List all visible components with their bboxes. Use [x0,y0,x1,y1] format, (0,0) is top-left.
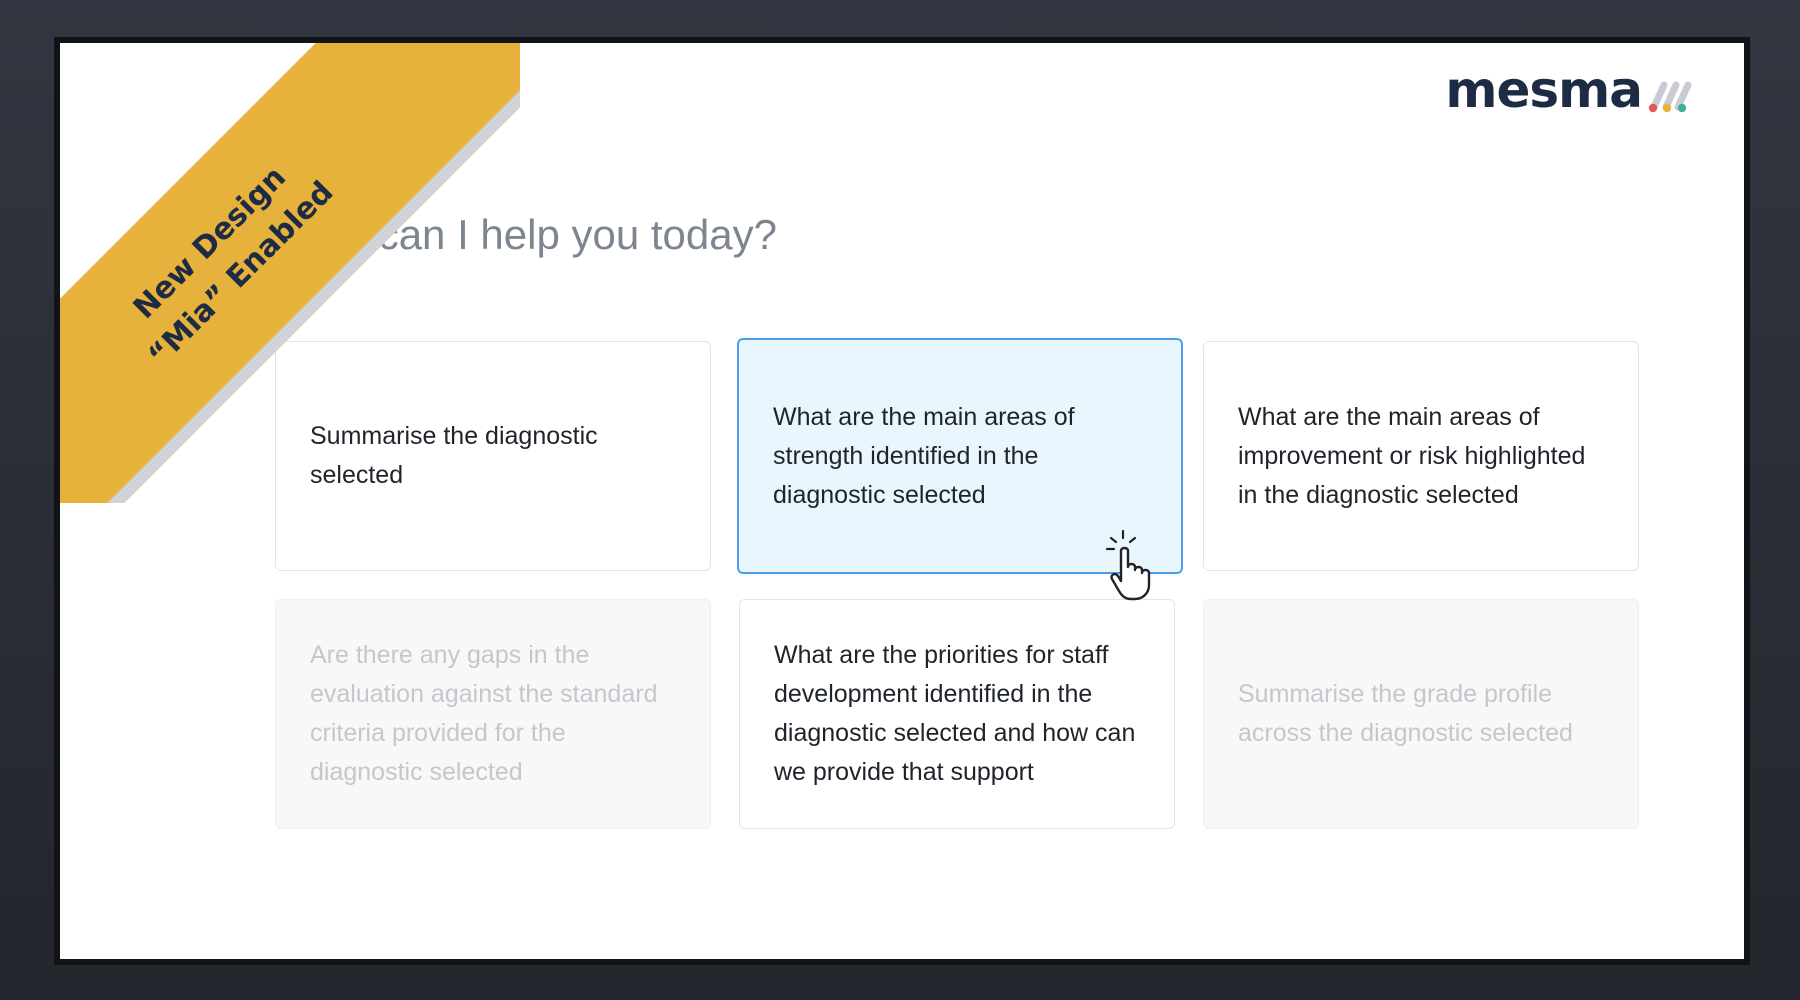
logo-wordmark: mesma [1445,61,1643,119]
prompt-card-summarise[interactable]: Summarise the diagnostic selected [275,341,711,571]
prompt-card-improvement[interactable]: What are the main areas of improvement o… [1203,341,1639,571]
prompt-card-text: What are the main areas of strength iden… [773,402,1075,509]
prompt-card-strengths[interactable]: What are the main areas of strength iden… [737,338,1183,574]
prompt-card-grade-profile[interactable]: Summarise the grade profile across the d… [1203,599,1639,829]
prompt-card-staff-development[interactable]: What are the priorities for staff develo… [739,599,1175,829]
app-screen: mesma Hello How can I help you today? Su… [60,43,1744,959]
device-frame: mesma Hello How can I help you today? Su… [54,37,1750,965]
prompt-card-text: What are the main areas of improvement o… [1238,402,1586,509]
mesma-logo: mesma [1445,65,1694,115]
prompt-card-text: Are there any gaps in the evaluation aga… [310,641,658,786]
prompt-card-text: What are the priorities for staff develo… [774,641,1136,786]
prompt-card-text: Summarise the diagnostic selected [310,422,598,489]
prompt-card-text: Summarise the grade profile across the d… [1238,680,1573,747]
logo-mark-icon [1648,81,1692,113]
prompt-card-gaps[interactable]: Are there any gaps in the evaluation aga… [275,599,711,829]
